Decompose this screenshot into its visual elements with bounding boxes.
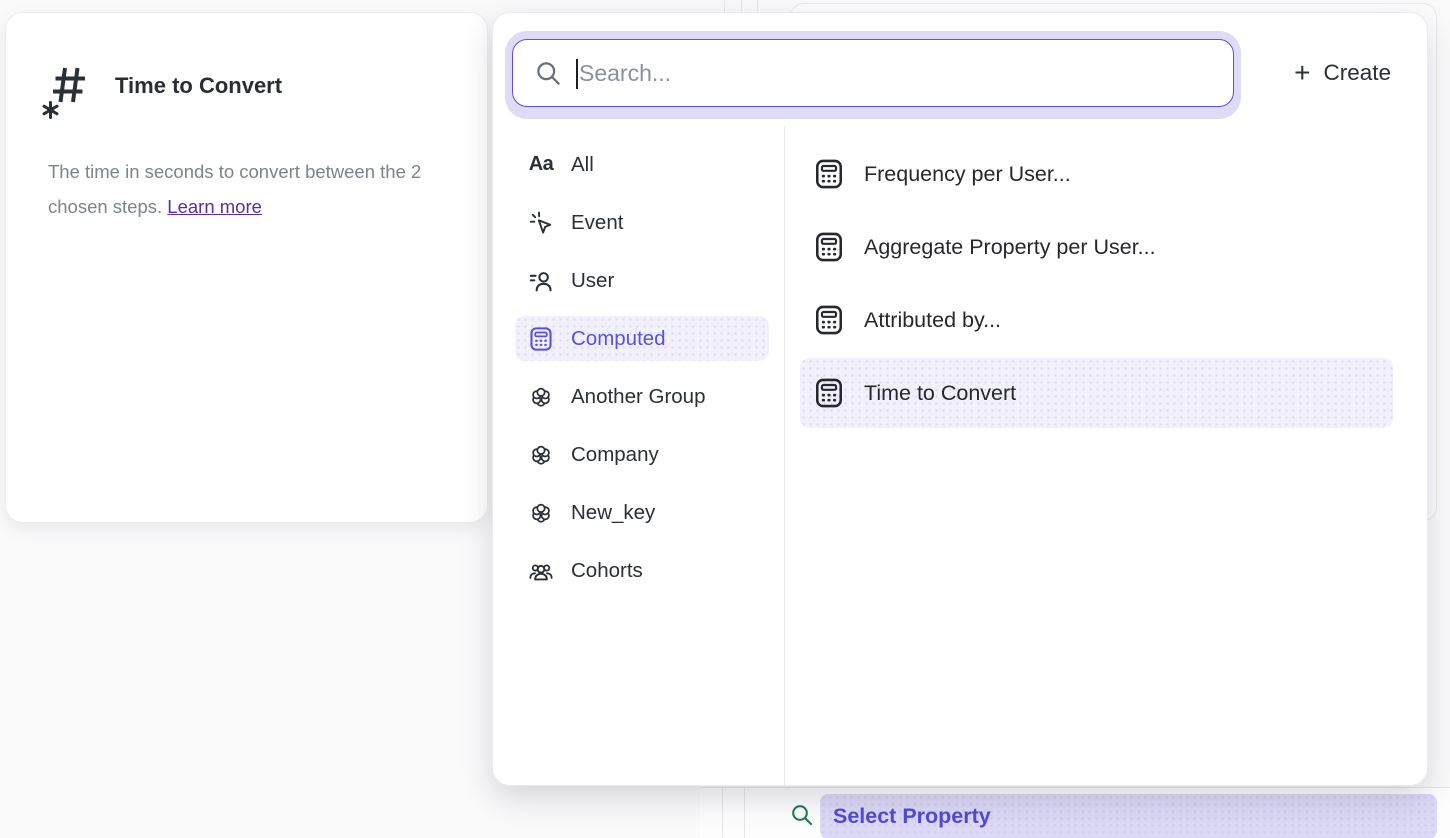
property-item-frequency-per-user[interactable]: Frequency per User... (800, 139, 1393, 209)
create-button-label: Create (1323, 60, 1391, 86)
search-box[interactable] (512, 39, 1234, 107)
property-item-attributed-by[interactable]: Attributed by... (800, 285, 1393, 355)
property-item-label: Time to Convert (864, 381, 1016, 406)
category-computed[interactable]: Computed (515, 316, 769, 361)
category-label: Computed (571, 327, 666, 351)
category-label: Another Group (571, 385, 705, 409)
background-divider (724, 0, 725, 12)
select-property-label: Select Property (833, 804, 991, 829)
calculator-icon (813, 158, 845, 190)
search-icon (790, 803, 814, 827)
screen: Select Property Time to Convert T (0, 0, 1450, 838)
category-event[interactable]: Event (515, 200, 769, 245)
category-label: Event (571, 211, 623, 235)
category-user[interactable]: User (515, 258, 769, 303)
calculator-icon (813, 304, 845, 336)
search-input[interactable] (579, 60, 1233, 87)
background-divider (757, 0, 758, 12)
background-divider (741, 0, 742, 12)
search-focus-ring (505, 31, 1241, 119)
event-cursor-icon (528, 210, 554, 236)
user-icon (528, 268, 554, 294)
property-list: Frequency per User... Aggregate Property… (800, 139, 1393, 431)
number-hash-icon (42, 61, 88, 121)
category-label: New_key (571, 501, 655, 525)
category-another-group[interactable]: Another Group (515, 374, 769, 419)
background-divider (722, 788, 723, 838)
category-label: Cohorts (571, 559, 643, 583)
select-property-button[interactable]: Select Property (820, 794, 1437, 838)
text-caret (576, 59, 578, 89)
cohorts-icon (528, 558, 554, 584)
category-company[interactable]: Company (515, 432, 769, 477)
category-all[interactable]: Aa All (515, 142, 769, 187)
group-icon (528, 500, 554, 526)
category-label: Company (571, 443, 659, 467)
divider (784, 126, 785, 786)
property-item-label: Frequency per User... (864, 162, 1071, 187)
calculator-icon (813, 231, 845, 263)
category-new-key[interactable]: New_key (515, 490, 769, 535)
tooltip-description: The time in seconds to convert between t… (48, 154, 450, 224)
background-divider (744, 788, 745, 838)
group-icon (528, 442, 554, 468)
property-item-label: Attributed by... (864, 308, 1001, 333)
plus-icon: + (1294, 59, 1310, 87)
category-list: Aa All Event (515, 142, 769, 606)
category-cohorts[interactable]: Cohorts (515, 548, 769, 593)
calculator-icon (813, 377, 845, 409)
property-tooltip-card: Time to Convert The time in seconds to c… (5, 12, 488, 523)
calculator-icon (528, 326, 554, 352)
category-label: User (571, 269, 614, 293)
search-icon (535, 60, 562, 87)
learn-more-link[interactable]: Learn more (167, 196, 262, 217)
tooltip-title: Time to Convert (115, 73, 282, 99)
property-item-label: Aggregate Property per User... (864, 235, 1156, 260)
property-picker-popover: + Create Aa All Event (492, 12, 1428, 786)
property-select-row: Select Property (700, 787, 1450, 838)
text-aa-icon: Aa (528, 152, 554, 178)
category-label: All (571, 153, 594, 177)
create-button[interactable]: + Create (1294, 59, 1391, 87)
group-icon (528, 384, 554, 410)
property-item-aggregate-property-per-user[interactable]: Aggregate Property per User... (800, 212, 1393, 282)
property-item-time-to-convert[interactable]: Time to Convert (800, 358, 1393, 428)
